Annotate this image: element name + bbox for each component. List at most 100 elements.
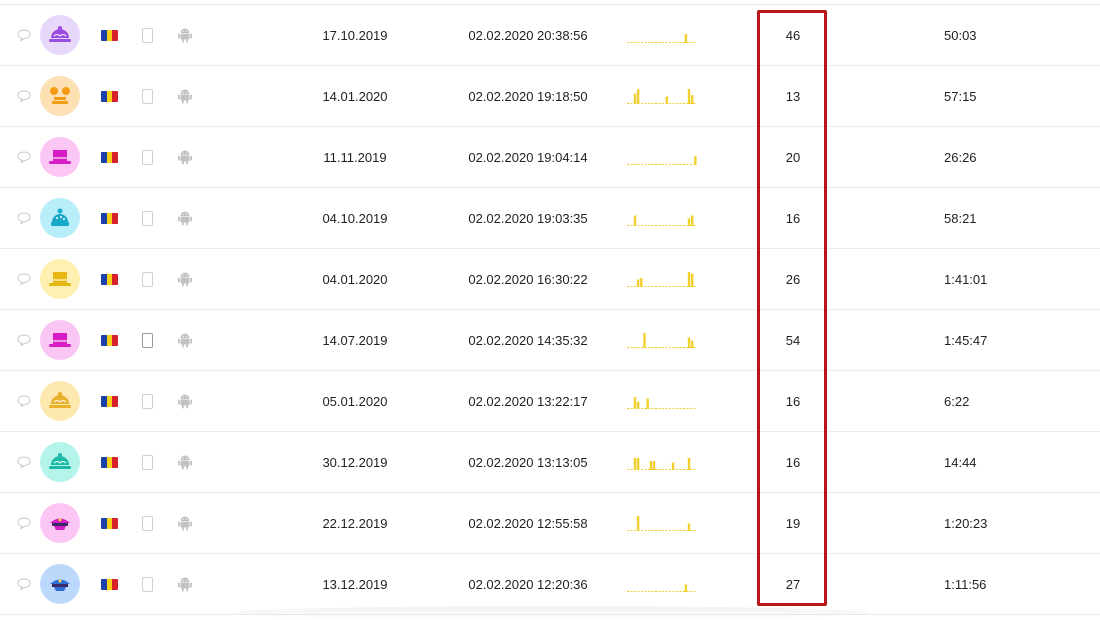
avatar[interactable] xyxy=(40,15,80,55)
total-duration: 1:41:01 xyxy=(944,271,988,287)
romania-flag-icon xyxy=(101,334,118,346)
comment-icon[interactable] xyxy=(17,493,33,553)
comment-icon[interactable] xyxy=(17,371,33,431)
sessions-count: 26 xyxy=(785,271,801,287)
android-icon xyxy=(178,127,194,187)
romania-flag-icon xyxy=(101,273,118,285)
phone-icon xyxy=(142,27,153,43)
activity-bar xyxy=(665,96,668,104)
sessions-count: 16 xyxy=(785,210,801,226)
table-row[interactable]: 04.01.2020 02.02.2020 16:30:22 26 1:41:0… xyxy=(0,249,1100,310)
comment-icon[interactable] xyxy=(17,188,33,248)
avatar[interactable] xyxy=(40,198,80,238)
romania-flag-icon xyxy=(101,456,118,468)
phone-icon xyxy=(142,210,153,226)
sessions-count: 19 xyxy=(785,515,801,531)
last-seen-datetime: 02.02.2020 12:55:58 xyxy=(468,515,588,531)
first-seen-date: 30.12.2019 xyxy=(322,454,388,470)
avatar[interactable] xyxy=(40,564,80,604)
last-seen-datetime: 02.02.2020 16:30:22 xyxy=(468,271,588,287)
activity-bar xyxy=(687,337,691,348)
activity-bar xyxy=(687,523,691,531)
romania-flag-icon xyxy=(101,212,118,224)
avatar[interactable] xyxy=(40,381,80,421)
avatar[interactable] xyxy=(40,320,80,360)
android-icon xyxy=(178,371,194,431)
activity-bar xyxy=(633,93,637,104)
activity-bar xyxy=(687,272,691,287)
activity-bar xyxy=(691,95,694,104)
activity-bar xyxy=(633,458,637,470)
last-seen-datetime: 02.02.2020 19:04:14 xyxy=(468,149,588,165)
romania-flag-icon xyxy=(101,578,118,590)
sessions-count: 16 xyxy=(785,393,801,409)
avatar[interactable] xyxy=(40,503,80,543)
sessions-count: 54 xyxy=(785,332,801,348)
last-seen-datetime: 02.02.2020 19:18:50 xyxy=(468,88,588,104)
sessions-count: 16 xyxy=(785,454,801,470)
comment-icon[interactable] xyxy=(17,432,33,492)
phone-icon xyxy=(142,515,153,531)
activity-bar xyxy=(643,333,646,348)
comment-icon[interactable] xyxy=(17,127,33,187)
activity-bar xyxy=(649,461,653,470)
activity-sparkline xyxy=(627,188,697,248)
android-icon xyxy=(178,432,194,492)
last-seen-datetime: 02.02.2020 14:35:32 xyxy=(468,332,588,348)
first-seen-date: 04.01.2020 xyxy=(322,271,388,287)
comment-icon[interactable] xyxy=(17,5,33,65)
comment-icon[interactable] xyxy=(17,554,33,614)
table-row[interactable]: 14.07.2019 02.02.2020 14:35:32 54 1:45:4… xyxy=(0,310,1100,371)
android-icon xyxy=(178,5,194,65)
table-row[interactable]: 30.12.2019 02.02.2020 13:13:05 16 14:44 xyxy=(0,432,1100,493)
activity-bar xyxy=(671,462,675,470)
comment-icon[interactable] xyxy=(17,249,33,309)
romania-flag-icon xyxy=(101,151,118,163)
sessions-count: 46 xyxy=(785,27,801,43)
first-seen-date: 13.12.2019 xyxy=(322,576,388,592)
table-row[interactable]: 04.10.2019 02.02.2020 19:03:35 16 58:21 xyxy=(0,188,1100,249)
avatar[interactable] xyxy=(40,137,80,177)
activity-sparkline xyxy=(627,127,697,187)
total-duration: 58:21 xyxy=(944,210,977,226)
total-duration: 50:03 xyxy=(944,27,977,43)
first-seen-date: 14.01.2020 xyxy=(322,88,388,104)
phone-icon xyxy=(142,576,153,592)
table-row[interactable]: 11.11.2019 02.02.2020 19:04:14 20 26:26 xyxy=(0,127,1100,188)
first-seen-date: 14.07.2019 xyxy=(322,332,388,348)
phone-icon xyxy=(142,149,153,165)
activity-bar xyxy=(694,156,697,165)
activity-sparkline xyxy=(627,554,697,614)
activity-bar xyxy=(691,215,694,226)
romania-flag-icon xyxy=(101,517,118,529)
comment-icon[interactable] xyxy=(17,66,33,126)
android-icon xyxy=(178,249,194,309)
last-seen-datetime: 02.02.2020 13:22:17 xyxy=(468,393,588,409)
avatar[interactable] xyxy=(40,76,80,116)
avatar[interactable] xyxy=(40,259,80,299)
table-row[interactable]: 17.10.2019 02.02.2020 20:38:56 46 50:03 xyxy=(0,5,1100,66)
activity-bar xyxy=(640,278,643,287)
activity-bar xyxy=(684,34,688,43)
avatar[interactable] xyxy=(40,442,80,482)
activity-bar xyxy=(691,340,694,348)
total-duration: 1:20:23 xyxy=(944,515,988,531)
comment-icon[interactable] xyxy=(17,310,33,370)
activity-sparkline xyxy=(627,432,697,492)
android-icon xyxy=(178,66,194,126)
total-duration: 57:15 xyxy=(944,88,977,104)
sessions-count: 20 xyxy=(785,149,801,165)
phone-icon xyxy=(142,88,153,104)
romania-flag-icon xyxy=(101,29,118,41)
table-row[interactable]: 05.01.2020 02.02.2020 13:22:17 16 6:22 xyxy=(0,371,1100,432)
activity-bar xyxy=(636,458,640,470)
scroll-shadow xyxy=(230,606,870,620)
activity-bar xyxy=(636,89,640,104)
table-row[interactable]: 22.12.2019 02.02.2020 12:55:58 19 1:20:2… xyxy=(0,493,1100,554)
activity-bar xyxy=(633,215,637,226)
last-seen-datetime: 02.02.2020 20:38:56 xyxy=(468,27,588,43)
phone-icon xyxy=(142,332,153,348)
activity-sparkline xyxy=(627,249,697,309)
activity-bar xyxy=(633,397,637,409)
table-row[interactable]: 14.01.2020 02.02.2020 19:18:50 13 57:15 xyxy=(0,66,1100,127)
